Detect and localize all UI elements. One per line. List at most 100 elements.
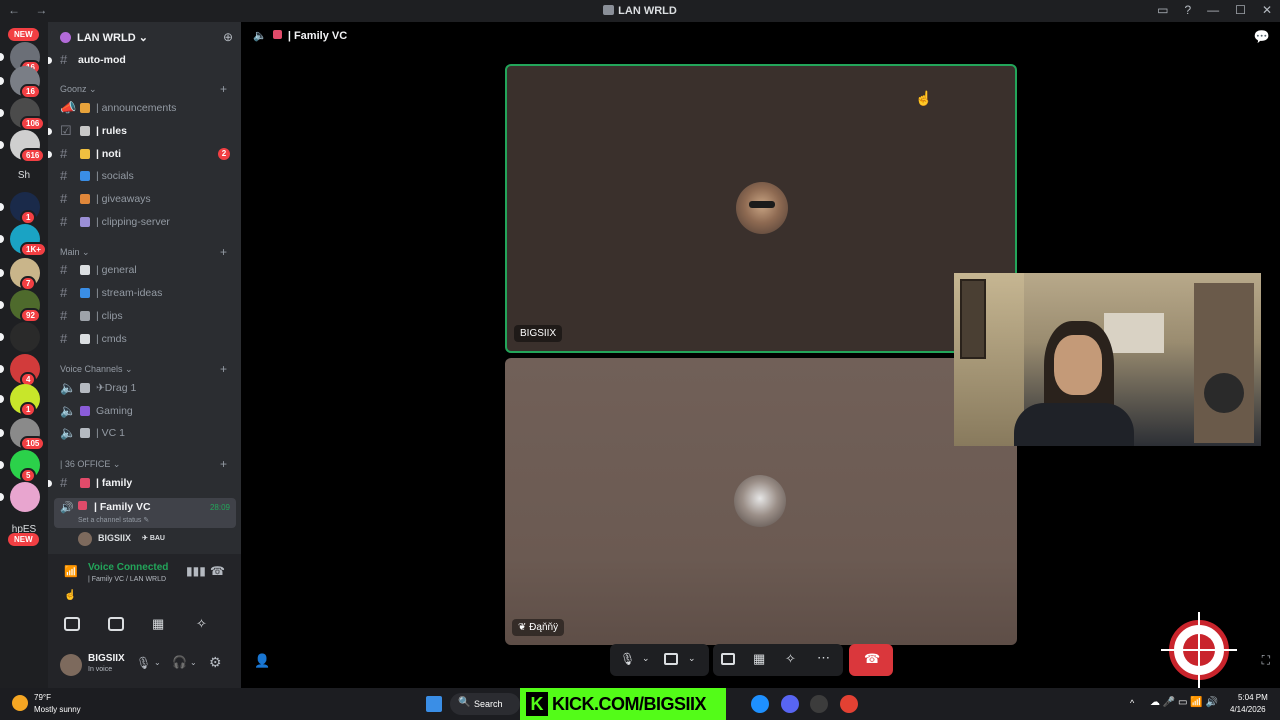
channel-status-hint[interactable]: Set a channel status ✎	[78, 516, 149, 524]
server-label[interactable]: Sh	[0, 170, 48, 181]
hash-icon: #	[60, 331, 68, 346]
add-channel-icon[interactable]: +	[220, 362, 227, 376]
user-panel: BIGSIIX In voice 🎙 ⌄ 🎧 ⌄ ⚙	[48, 648, 241, 688]
avatar[interactable]	[60, 654, 82, 676]
channel-item[interactable]: 🔈 Gaming	[56, 401, 236, 421]
rules-check-icon: ☑	[60, 123, 72, 138]
hash-icon: #	[60, 285, 68, 300]
unread-pip	[0, 395, 4, 403]
unread-pip	[48, 151, 52, 158]
soundboard-icon[interactable]: ✧	[196, 616, 207, 632]
weather-sun-icon	[12, 695, 28, 711]
server-icon[interactable]	[10, 322, 40, 352]
avatar	[734, 475, 786, 527]
disconnect-button[interactable]: ☎	[849, 644, 893, 676]
camera-off-icon[interactable]	[64, 617, 80, 631]
channel-item[interactable]: # | stream-ideas	[56, 283, 236, 303]
screen-share-icon[interactable]	[721, 653, 735, 665]
disconnect-icon[interactable]: ☎	[210, 564, 225, 578]
fullscreen-icon[interactable]: ⛶	[1262, 653, 1270, 668]
hash-icon: #	[60, 146, 68, 161]
channel-item[interactable]: # | clips	[56, 306, 236, 326]
mention-badge: 616	[20, 148, 46, 163]
chevron-down-icon[interactable]: ⌄	[642, 653, 650, 664]
add-channel-icon[interactable]: +	[220, 82, 227, 96]
soundboard-icon[interactable]: ✧	[785, 651, 796, 667]
discord-icon[interactable]	[781, 695, 799, 713]
unread-pip	[48, 128, 52, 135]
channel-item[interactable]: # | socials	[56, 166, 236, 186]
chat-bubble-icon[interactable]: 💬	[1254, 29, 1270, 45]
category-header[interactable]: Voice Channels ⌄ +	[60, 362, 227, 376]
add-channel-icon[interactable]: +	[220, 457, 227, 471]
active-voice-channel[interactable]: 🔊 | Family VC 28:09 Set a channel status…	[54, 498, 236, 528]
screen-share-icon[interactable]	[108, 617, 124, 631]
channel-item[interactable]: # | cmds	[56, 329, 236, 349]
voice-stage: 🔈 | Family VC 💬 BIGSIIX ☝ ❦ Đąňňÿ 🎙 ⌄ ⌄ …	[241, 22, 1280, 688]
megaphone-icon: 📣	[60, 100, 77, 115]
mention-badge: 7	[20, 276, 37, 291]
video-tile-bigsiix[interactable]: BIGSIIX	[505, 64, 1017, 353]
channel-label: | family	[96, 477, 133, 489]
crosshair-h	[1161, 649, 1237, 651]
settings-gear-icon[interactable]: ⚙	[209, 654, 222, 671]
chrome-icon[interactable]	[840, 695, 858, 713]
invite-icon[interactable]: 👤	[254, 653, 270, 669]
kick-url: KICK.COM/BIGSIIX	[552, 694, 707, 714]
category-header[interactable]: Main ⌄ +	[60, 245, 227, 259]
add-member-icon[interactable]: ⊕	[223, 30, 233, 44]
noise-suppression-icon[interactable]: ▮▮▮	[186, 564, 206, 578]
category-header[interactable]: Goonz ⌄ +	[60, 82, 227, 96]
channel-item[interactable]: ☑ | rules	[48, 121, 236, 141]
clock-time: 5:04 PM	[1238, 693, 1268, 702]
edge-icon[interactable]	[751, 695, 769, 713]
voice-member[interactable]: BIGSIIX ✈ BAU	[78, 531, 228, 549]
chevron-down-icon[interactable]: ⌄	[190, 658, 197, 667]
more-options-icon[interactable]: ⋯	[817, 650, 830, 666]
help-icon[interactable]: ?	[1184, 3, 1191, 17]
tray-icons[interactable]: ☁ 🎤 ▭ 📶 🔊	[1150, 697, 1218, 708]
unread-pip	[0, 365, 4, 373]
activities-icon[interactable]: ▦	[152, 616, 164, 632]
server-icon	[603, 5, 615, 15]
channel-item[interactable]: # | noti 2	[48, 144, 236, 164]
hash-icon: #	[60, 168, 68, 183]
taskbar-search[interactable]: 🔍 Search	[450, 693, 520, 715]
activities-icon[interactable]: ▦	[753, 651, 765, 667]
voice-channel-path[interactable]: | Family VC / LAN WRLD	[88, 576, 166, 583]
camera-off-icon[interactable]	[664, 653, 678, 665]
channel-label: ✈Drag 1	[96, 382, 137, 394]
mention-badge: 2	[218, 148, 230, 160]
channel-label: | socials	[96, 170, 134, 182]
headphones-icon[interactable]: 🎧	[172, 655, 187, 669]
channel-item[interactable]: 🔈 | VC 1	[56, 423, 236, 443]
obs-icon[interactable]	[810, 695, 828, 713]
figure-toy	[1204, 373, 1244, 413]
windows-start-icon[interactable]	[426, 696, 442, 712]
category-header[interactable]: | 36 OFFICE ⌄ +	[60, 457, 227, 471]
server-header[interactable]: LAN WRLD ⌄ ⊕	[48, 22, 241, 52]
chevron-down-icon[interactable]: ⌄	[154, 658, 161, 667]
channel-item[interactable]: # | family	[48, 473, 236, 493]
channel-item[interactable]: # | general	[56, 260, 236, 280]
channel-auto-mod[interactable]: # auto-mod	[48, 50, 236, 70]
close-button[interactable]: ✕	[1262, 3, 1272, 17]
user-status: In voice	[88, 666, 113, 673]
server-icon[interactable]	[10, 482, 40, 512]
channel-item[interactable]: 📣 | announcements	[56, 98, 236, 118]
unread-pip	[0, 429, 4, 437]
channel-item[interactable]: # | clipping-server	[56, 212, 236, 232]
video-tile-danny[interactable]: ❦ Đąňňÿ	[505, 358, 1017, 645]
maximize-button[interactable]: ☐	[1235, 3, 1246, 17]
mic-icon[interactable]: 🎙	[620, 652, 635, 666]
channel-item[interactable]: # | giveaways	[56, 189, 236, 209]
inbox-icon[interactable]: ▭	[1157, 3, 1168, 17]
mention-badge: 106	[20, 116, 46, 131]
add-channel-icon[interactable]: +	[220, 245, 227, 259]
mic-icon[interactable]: 🎙	[136, 656, 151, 670]
minimize-button[interactable]: —	[1207, 3, 1219, 17]
channel-item[interactable]: 🔈 ✈Drag 1	[56, 378, 236, 398]
channel-label: | rules	[96, 125, 127, 137]
tray-chevron-icon[interactable]: ^	[1130, 698, 1134, 708]
chevron-down-icon[interactable]: ⌄	[688, 653, 696, 664]
